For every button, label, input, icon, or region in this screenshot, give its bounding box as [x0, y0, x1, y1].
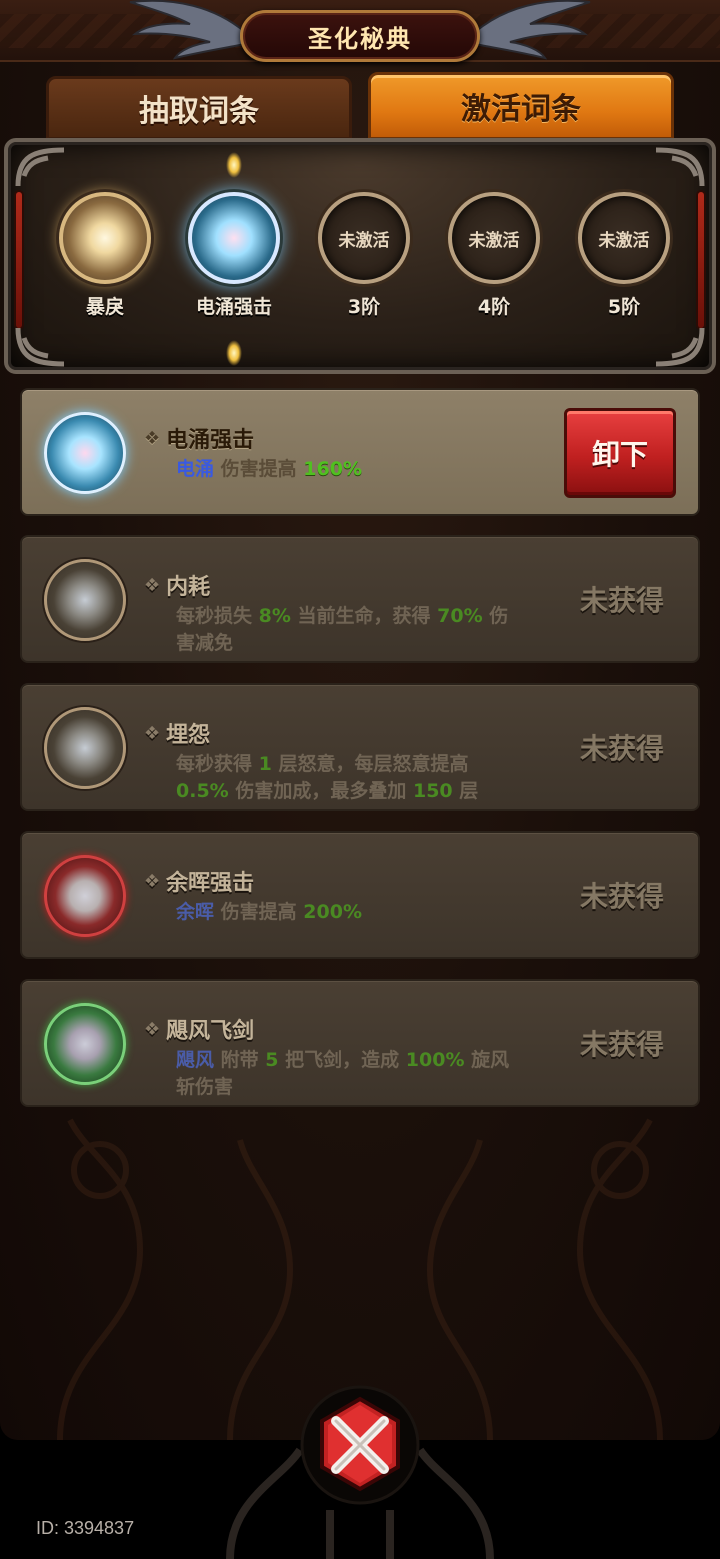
card-title-text: 余晖强击: [166, 871, 255, 896]
card-description: 飓风 附带 5 把飞剑，造成 100% 旋风 斩伤害: [176, 1047, 556, 1101]
tier-orb-locked-icon: 未激活: [318, 192, 410, 284]
tier-label: 暴戾: [85, 296, 124, 318]
spark-top-icon: [226, 152, 242, 178]
card-title: ❖ 电涌强击: [144, 422, 254, 454]
tab-draw-affix[interactable]: 抽取词条: [46, 76, 352, 140]
affix-card-afterglow-strike[interactable]: ❖ 余晖强击 余晖 伤害提高 200% 未获得: [20, 831, 700, 959]
tier-orb-locked-icon: 未激活: [448, 192, 540, 284]
desc-value: 1: [258, 753, 272, 775]
tier-panel: 暴戾 电涌强击 未激活 3阶 未激活 4阶 未激活 5阶: [4, 138, 716, 374]
status-not-obtained: 未获得: [579, 1028, 664, 1061]
card-description: 余晖 伤害提高 200%: [176, 899, 556, 926]
player-id: ID: 3394837: [36, 1518, 135, 1538]
desc-value: 150: [412, 780, 453, 802]
keyword: 飓风: [176, 1049, 215, 1071]
keyword: 余晖: [176, 901, 215, 923]
desc-text: 伤: [489, 605, 509, 627]
tier-orb-locked-icon: 未激活: [578, 192, 670, 284]
tier-label: 电涌强击: [195, 296, 272, 318]
desc-text: 害减免: [176, 632, 234, 654]
tier-label: 4阶: [477, 296, 511, 318]
neutral-orb-icon: [44, 559, 126, 641]
desc-value: 100%: [405, 1049, 465, 1071]
affix-card-hurricane-sword[interactable]: ❖ 飓风飞剑 飓风 附带 5 把飞剑，造成 100% 旋风 斩伤害 未获得: [20, 979, 700, 1107]
desc-text: 每秒损失: [176, 605, 253, 627]
desc-text: 层怒意，每层怒意提高: [278, 753, 469, 775]
tab-activate-affix-label: 激活词条: [461, 92, 581, 127]
card-title-text: 飓风飞剑: [166, 1019, 255, 1044]
neutral-orb-icon: [44, 707, 126, 789]
tier-slot-1[interactable]: 暴戾: [50, 192, 160, 319]
tier-label: 5阶: [607, 296, 641, 318]
desc-value: 8%: [258, 605, 291, 627]
card-description: 电涌 伤害提高 160%: [176, 456, 556, 483]
affix-card-grudge[interactable]: ❖ 埋怨 每秒获得 1 层怒意，每层怒意提高 0.5% 伤害加成，最多叠加 15…: [20, 683, 700, 811]
status-not-obtained: 未获得: [579, 732, 664, 765]
diamond-bullet-icon: ❖: [144, 1018, 161, 1040]
status-not-obtained: 未获得: [579, 584, 664, 617]
desc-text: 伤害加成，最多叠加: [235, 780, 407, 802]
desc-value: 200%: [303, 901, 362, 923]
affix-card-electric-strike[interactable]: ❖ 电涌强击 电涌 伤害提高 160% 卸下: [20, 388, 700, 516]
desc-value: 160%: [303, 458, 362, 480]
card-title-text: 电涌强击: [166, 428, 255, 453]
keyword: 电涌: [176, 458, 215, 480]
desc-text: 附带: [220, 1049, 259, 1071]
desc-text: 斩伤害: [176, 1076, 234, 1098]
desc-value: 0.5%: [176, 780, 229, 802]
desc-value: 70%: [437, 605, 483, 627]
status-not-obtained: 未获得: [579, 880, 664, 913]
tab-activate-affix[interactable]: 激活词条: [368, 72, 674, 140]
desc-text: 把飞剑，造成: [285, 1049, 400, 1071]
card-title-text: 内耗: [166, 575, 211, 600]
desc-text: 旋风: [471, 1049, 510, 1071]
desc-text: 层: [459, 780, 479, 802]
tier-label: 3阶: [347, 296, 381, 318]
electric-orb-icon: [44, 412, 126, 494]
desc-text: 伤害提高: [220, 901, 297, 923]
diamond-bullet-icon: ❖: [144, 427, 161, 449]
diamond-bullet-icon: ❖: [144, 574, 161, 596]
page-title: 圣化秘典: [308, 24, 412, 53]
wing-right-icon: [474, 0, 591, 60]
tier-orb-electric-icon: [188, 192, 280, 284]
desc-text: 伤害提高: [220, 458, 297, 480]
card-description: 每秒损失 8% 当前生命，获得 70% 伤 害减免: [176, 603, 556, 657]
tier-slot-4[interactable]: 未激活 4阶: [439, 192, 549, 319]
diamond-bullet-icon: ❖: [144, 722, 161, 744]
tier-slot-2[interactable]: 电涌强击: [179, 192, 289, 319]
tier-slot-5[interactable]: 未激活 5阶: [569, 192, 679, 319]
wing-left-icon: [129, 0, 246, 60]
tier-inactive-text: 未激活: [598, 230, 650, 251]
game-panel: 圣化秘典 抽取词条 激活词条 暴戾 电涌强击 未激活 3阶 未激活 4阶 未激活…: [0, 0, 720, 1440]
tier-inactive-text: 未激活: [468, 230, 520, 251]
card-title: ❖ 埋怨: [144, 717, 210, 749]
card-title: ❖ 余晖强击: [144, 865, 254, 897]
crossed-swords-icon: [300, 1385, 420, 1505]
green-orb-icon: [44, 1003, 126, 1085]
affix-card-attrition[interactable]: ❖ 内耗 每秒损失 8% 当前生命，获得 70% 伤 害减免 未获得: [20, 535, 700, 663]
desc-text: 当前生命，获得: [297, 605, 431, 627]
desc-text: 每秒获得: [176, 753, 253, 775]
close-emblem-button[interactable]: [300, 1385, 420, 1505]
title-plate: 圣化秘典: [240, 10, 480, 62]
spark-bottom-icon: [226, 340, 242, 366]
diamond-bullet-icon: ❖: [144, 870, 161, 892]
card-title-text: 埋怨: [166, 723, 211, 748]
red-orb-icon: [44, 855, 126, 937]
card-title: ❖ 飓风飞剑: [144, 1013, 254, 1045]
card-title: ❖ 内耗: [144, 569, 210, 601]
tier-slot-3[interactable]: 未激活 3阶: [309, 192, 419, 319]
unload-button[interactable]: 卸下: [564, 408, 676, 498]
desc-value: 5: [265, 1049, 279, 1071]
tab-draw-affix-label: 抽取词条: [139, 94, 259, 129]
title-bar: 圣化秘典: [0, 0, 720, 62]
tier-inactive-text: 未激活: [338, 230, 390, 251]
tier-orb-gold-icon: [59, 192, 151, 284]
card-description: 每秒获得 1 层怒意，每层怒意提高 0.5% 伤害加成，最多叠加 150 层: [176, 751, 556, 805]
